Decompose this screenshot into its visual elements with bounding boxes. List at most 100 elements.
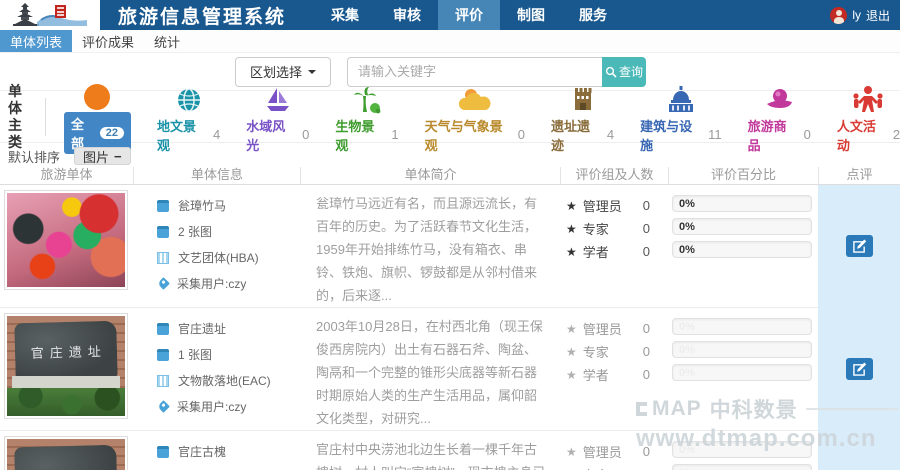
group-count: 0 xyxy=(643,344,656,359)
tab-unit-list[interactable]: 单体列表 xyxy=(0,30,72,52)
progress-value: 0% xyxy=(673,444,695,456)
unit-photo[interactable] xyxy=(4,190,128,290)
capitol-icon xyxy=(665,84,697,114)
group-name: 学者 xyxy=(583,242,643,261)
col-header-review: 点评 xyxy=(818,167,900,184)
edit-review-button[interactable] xyxy=(846,235,873,257)
progress-bar: 0% xyxy=(672,241,812,258)
logout-link[interactable]: 退出 xyxy=(866,7,890,24)
star-icon: ★ xyxy=(566,445,577,459)
columns-icon xyxy=(157,252,169,264)
calendar-icon xyxy=(157,349,169,361)
category-list: 全部 22 地文景观 4 xyxy=(64,80,900,154)
user-avatar-icon xyxy=(830,7,847,24)
group-count: 0 xyxy=(643,367,656,382)
sub-tabbar: 单体列表 评价成果 统计 xyxy=(0,30,900,53)
unit-name[interactable]: 瓮璋竹马 xyxy=(178,197,226,214)
category-human-label: 人文活动 xyxy=(837,116,886,154)
star-icon: ★ xyxy=(566,368,577,382)
calendar-icon xyxy=(157,446,169,458)
star-icon: ★ xyxy=(566,245,577,259)
app-title: 旅游信息管理系统 xyxy=(100,0,314,30)
category-geology[interactable]: 地文景观 4 xyxy=(157,84,220,154)
stele-inscription: 官庄遗址 xyxy=(25,340,107,361)
edit-review-button[interactable] xyxy=(846,358,873,380)
group-name: 学者 xyxy=(583,365,643,384)
group-count: 0 xyxy=(643,444,656,459)
unit-name[interactable]: 官庄遗址 xyxy=(178,320,226,337)
progress-value: 0% xyxy=(673,467,695,470)
category-water[interactable]: 水域风光 0 xyxy=(246,84,309,154)
unit-description: 官庄村中央涝池北边生长着一棵千年古槐树，村人叫它“官槐树”，现古槐主身已空，但仍… xyxy=(300,430,560,470)
progress-bar: 0% xyxy=(672,364,812,381)
group-name: 专家 xyxy=(583,219,643,238)
progress-bar: 0% xyxy=(672,441,812,458)
category-weather[interactable]: 天气与气象景观 0 xyxy=(425,84,525,154)
unit-photo[interactable]: 官庄遗址 xyxy=(4,313,128,419)
palm-tree-icon xyxy=(352,84,382,114)
table-row: 官庄遗址 官庄古槐 4 张图 独树(CAC) 官庄村中央涝池北边生长着一棵千年古… xyxy=(0,430,900,470)
tab-evaluation-results[interactable]: 评价成果 xyxy=(72,30,144,52)
category-buildings-count: 11 xyxy=(708,127,722,142)
group-name: 专家 xyxy=(583,342,643,361)
tab-statistics[interactable]: 统计 xyxy=(144,30,190,52)
all-circle-icon xyxy=(84,84,110,110)
col-header-unit: 旅游单体 xyxy=(0,167,133,184)
category-goods-count: 0 xyxy=(804,127,811,142)
collector-user: 采集用户:czy xyxy=(177,275,246,292)
progress-value: 0% xyxy=(673,244,695,256)
category-biology-count: 1 xyxy=(391,127,398,142)
image-toggle-button[interactable]: 图片 − xyxy=(74,147,131,165)
people-icon xyxy=(851,84,885,114)
district-select-label: 区划选择 xyxy=(250,62,302,81)
nav-item-shenhe[interactable]: 审核 xyxy=(376,0,438,30)
col-header-percent: 评价百分比 xyxy=(668,167,818,184)
calendar-icon xyxy=(157,200,169,212)
unit-type: 文物散落地(EAC) xyxy=(178,372,271,389)
unit-name[interactable]: 官庄古槐 xyxy=(178,443,226,460)
edit-pencil-icon xyxy=(852,362,867,376)
category-weather-label: 天气与气象景观 xyxy=(425,116,511,154)
progress-bar: 0% xyxy=(672,341,812,358)
top-navbar: 旅游信息管理系统 采集 审核 评价 制图 服务 ly 退出 xyxy=(0,0,900,30)
photo-count: 1 张图 xyxy=(178,346,212,363)
col-header-info: 单体信息 xyxy=(133,167,300,184)
user-area[interactable]: ly 退出 xyxy=(830,0,890,30)
user-name: ly xyxy=(852,8,861,22)
nav-item-caiji[interactable]: 采集 xyxy=(314,0,376,30)
divider xyxy=(45,98,46,136)
review-cell xyxy=(818,430,900,470)
default-sort-label[interactable]: 默认排序 xyxy=(8,147,60,166)
photo-count: 2 张图 xyxy=(178,223,212,240)
category-ruins[interactable]: 遗址遗迹 4 xyxy=(551,84,614,154)
group-count: 0 xyxy=(643,221,656,236)
col-header-desc: 单体简介 xyxy=(300,167,560,184)
nav-item-zhitu[interactable]: 制图 xyxy=(500,0,562,30)
category-biology[interactable]: 生物景观 1 xyxy=(335,84,398,154)
progress-bar: 0% xyxy=(672,218,812,235)
progress-bar: 0% xyxy=(672,464,812,470)
stele-photo-image: 官庄遗址 xyxy=(7,439,125,470)
tag-icon xyxy=(157,400,170,413)
evaluation-percent-cell: 0% 0% 0% xyxy=(668,185,818,307)
group-count: 0 xyxy=(643,198,656,213)
evaluation-groups-cell: ★ 管理员 0 ★ 专家 0 ★ 学者 0 xyxy=(560,185,668,307)
unit-photo[interactable]: 官庄遗址 xyxy=(4,436,128,470)
nav-item-pingjia[interactable]: 评价 xyxy=(438,0,500,30)
group-count: 0 xyxy=(643,321,656,336)
category-human[interactable]: 人文活动 2 xyxy=(837,84,900,154)
unit-description: 2003年10月28日，在村西北角（现王保俊西房院内）出土有石器石斧、陶盆、陶鬲… xyxy=(300,307,560,430)
festival-photo-image xyxy=(7,193,125,287)
category-human-count: 2 xyxy=(893,127,900,142)
category-buildings[interactable]: 建筑与设施 11 xyxy=(640,84,722,154)
group-name: 管理员 xyxy=(583,196,643,215)
category-all[interactable]: 全部 22 xyxy=(64,80,131,154)
category-goods[interactable]: 旅游商品 0 xyxy=(748,84,811,154)
category-biology-label: 生物景观 xyxy=(335,116,384,154)
nav-item-fuwu[interactable]: 服务 xyxy=(562,0,624,30)
evaluation-groups-cell: ★ 管理员 0 ★ 专家 0 ★ 学者 0 xyxy=(560,307,668,430)
stele-photo-image: 官庄遗址 xyxy=(7,316,125,416)
sailboat-icon xyxy=(264,84,292,114)
hat-icon xyxy=(763,84,795,114)
category-buildings-label: 建筑与设施 xyxy=(640,116,701,154)
